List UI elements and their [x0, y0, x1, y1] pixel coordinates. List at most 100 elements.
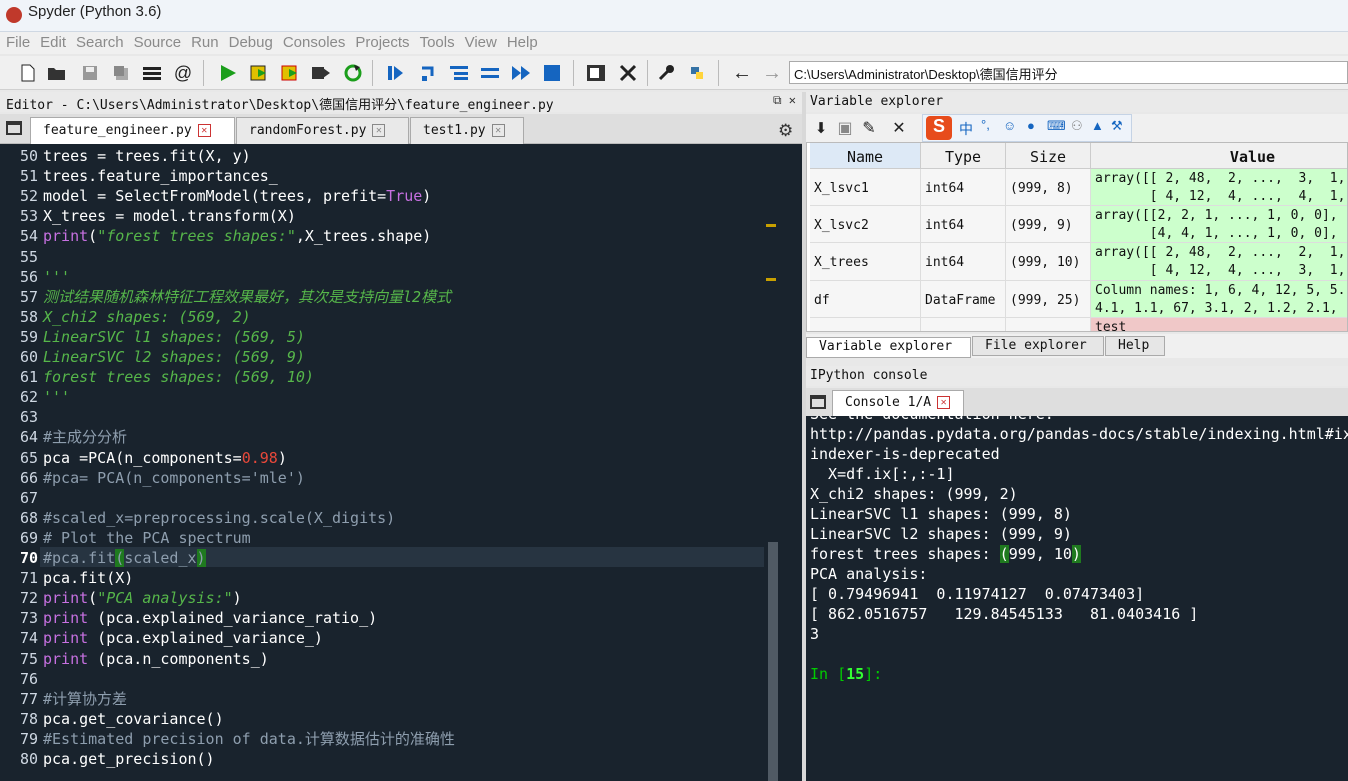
- emoji-icon[interactable]: ☺: [1003, 118, 1016, 133]
- file-list-icon[interactable]: [141, 62, 163, 84]
- variable-type-cell[interactable]: int64: [921, 169, 1006, 207]
- variable-value-cell[interactable]: array([[ 2, 48, 2, ..., 2, 1, [ 4, 12, 4…: [1091, 243, 1347, 281]
- variable-size-cell[interactable]: (999, 9): [1006, 206, 1091, 244]
- variable-name-cell[interactable]: df: [810, 280, 921, 318]
- ipython-console-output[interactable]: See the documentation here: http://pandas…: [806, 416, 1348, 781]
- menu-run[interactable]: Run: [187, 32, 223, 51]
- back-arrow-icon[interactable]: ←: [731, 62, 753, 84]
- variable-name-cell[interactable]: fileN...: [810, 317, 921, 331]
- close-icon[interactable]: ✕: [937, 396, 951, 409]
- debug-icon[interactable]: [384, 62, 406, 84]
- step-return-icon[interactable]: [479, 62, 501, 84]
- run-cell-advance-icon[interactable]: [280, 62, 302, 84]
- variable-type-cell[interactable]: int64: [921, 206, 1006, 244]
- code-editor[interactable]: 50 51 52 53 54 55 56 57 58 59 60 61 62 63 64 65 66 67 68 69…: [0, 144, 802, 781]
- menu-view[interactable]: View: [461, 32, 501, 51]
- undock-close-icon[interactable]: ⧉ ✕: [773, 93, 796, 108]
- tab-feature-engineer[interactable]: feature_engineer.py ✕: [30, 117, 235, 145]
- tab-file-explorer[interactable]: File explorer: [972, 336, 1104, 356]
- step-icon[interactable]: [417, 62, 439, 84]
- variable-value-cell[interactable]: array([[2, 2, 1, ..., 1, 0, 0], [4, 4, 1…: [1091, 206, 1347, 244]
- menu-consoles[interactable]: Consoles: [279, 32, 350, 51]
- preferences-wrench-icon[interactable]: [655, 62, 677, 84]
- variable-name-cell[interactable]: X_trees: [810, 243, 921, 281]
- import-data-icon[interactable]: ⬇: [810, 117, 832, 139]
- save-data-icon[interactable]: ▣: [834, 117, 856, 139]
- variable-size-cell[interactable]: (999, 25): [1006, 280, 1091, 318]
- menu-source[interactable]: Source: [130, 32, 186, 51]
- variable-value-cell[interactable]: Column names: 1, 6, 4, 12, 5, 5. 4.1, 1.…: [1091, 280, 1347, 318]
- tab-random-forest[interactable]: randomForest.py ✕: [236, 117, 409, 144]
- continue-icon[interactable]: [510, 62, 532, 84]
- tab-console-1a[interactable]: Console 1/A ✕: [832, 390, 964, 416]
- open-folder-icon[interactable]: [46, 62, 68, 84]
- close-icon[interactable]: ✕: [491, 124, 505, 137]
- step-into-icon[interactable]: [448, 62, 470, 84]
- variable-size-cell[interactable]: (999, 8): [1006, 169, 1091, 207]
- punctuation-icon[interactable]: °,: [981, 117, 990, 132]
- run-cell-icon[interactable]: [249, 62, 271, 84]
- variable-type-cell[interactable]: DataFrame: [921, 280, 1006, 318]
- code-token: (pca.explained_variance_): [88, 629, 323, 648]
- browse-tabs-icon[interactable]: [6, 121, 22, 135]
- stop-icon[interactable]: [541, 62, 563, 84]
- remove-all-icon[interactable]: ✕: [888, 117, 910, 139]
- tab-variable-explorer[interactable]: Variable explorer: [806, 337, 971, 358]
- new-file-icon[interactable]: [17, 62, 39, 84]
- console-line: See the documentation here:: [810, 416, 1054, 424]
- column-header-value[interactable]: Value: [1091, 143, 1347, 169]
- variable-value-cell[interactable]: array([[ 2, 48, 2, ..., 3, 1, [ 4, 12, 4…: [1091, 169, 1347, 207]
- user-icon[interactable]: ⚇: [1071, 118, 1083, 134]
- code-token: (: [115, 549, 125, 567]
- menu-projects[interactable]: Projects: [351, 32, 413, 51]
- menu-file[interactable]: File: [2, 32, 34, 51]
- code-line: #主成分分析: [43, 427, 127, 447]
- maximize-pane-icon[interactable]: [585, 62, 607, 84]
- code-token: 测试结果随机森林特征工程效果最好，其次是支持向量l2模式: [43, 287, 452, 306]
- editor-scrollbar[interactable]: [764, 144, 782, 781]
- menu-help[interactable]: Help: [503, 32, 542, 51]
- variable-name-cell[interactable]: X_lsvc1: [810, 169, 921, 207]
- tab-test1[interactable]: test1.py ✕: [410, 117, 524, 144]
- column-header-size[interactable]: Size: [1006, 143, 1091, 169]
- browse-tabs-icon[interactable]: [810, 395, 826, 409]
- variable-type-cell[interactable]: int64: [921, 243, 1006, 281]
- column-header-name[interactable]: Name: [810, 143, 921, 169]
- forward-arrow-icon[interactable]: →: [761, 62, 783, 84]
- menu-search[interactable]: Search: [72, 32, 128, 51]
- menu-tools[interactable]: Tools: [416, 32, 459, 51]
- voice-icon[interactable]: ●: [1027, 118, 1035, 133]
- code-line: trees.feature_importances_: [43, 166, 278, 186]
- menu-debug[interactable]: Debug: [225, 32, 277, 51]
- variable-size-cell[interactable]: 1: [1006, 317, 1091, 331]
- variable-type-cell[interactable]: str: [921, 317, 1006, 331]
- chinese-mode-icon[interactable]: 中: [959, 119, 973, 139]
- tab-help[interactable]: Help: [1105, 336, 1165, 356]
- variable-table[interactable]: Name Type Size Value X_lsvc1 int64 (999, 8…: [806, 142, 1348, 332]
- close-icon[interactable]: ✕: [372, 124, 386, 137]
- at-sign-icon[interactable]: @: [172, 62, 194, 84]
- variable-size-cell[interactable]: (999, 10): [1006, 243, 1091, 281]
- save-icon[interactable]: [79, 62, 101, 84]
- python-path-icon[interactable]: [686, 62, 708, 84]
- save-as-icon[interactable]: ✎: [858, 117, 880, 139]
- run-icon[interactable]: [217, 62, 239, 84]
- fullscreen-icon[interactable]: [617, 62, 639, 84]
- code-line: #Estimated precision of data.计算数据估计的准确性: [43, 729, 455, 749]
- variable-value-cell[interactable]: test: [1091, 317, 1347, 331]
- menu-edit[interactable]: Edit: [36, 32, 70, 51]
- line-number: 73: [19, 609, 38, 628]
- close-icon[interactable]: ✕: [197, 124, 211, 137]
- run-selection-icon[interactable]: [310, 62, 332, 84]
- variable-name-cell[interactable]: X_lsvc2: [810, 206, 921, 244]
- column-header-type[interactable]: Type: [921, 143, 1006, 169]
- gear-icon[interactable]: ⚙: [778, 121, 793, 141]
- save-all-icon[interactable]: [110, 62, 132, 84]
- scrollbar-thumb[interactable]: [768, 542, 778, 781]
- working-directory-input[interactable]: C:\Users\Administrator\Desktop\德国信用评分: [789, 61, 1348, 84]
- keyboard-icon[interactable]: ⌨: [1047, 118, 1066, 134]
- sogou-s-icon[interactable]: S: [926, 116, 952, 140]
- rerun-icon[interactable]: [342, 62, 364, 84]
- skin-icon[interactable]: ▲: [1091, 118, 1104, 133]
- settings-wrench-icon[interactable]: ⚒: [1111, 118, 1123, 134]
